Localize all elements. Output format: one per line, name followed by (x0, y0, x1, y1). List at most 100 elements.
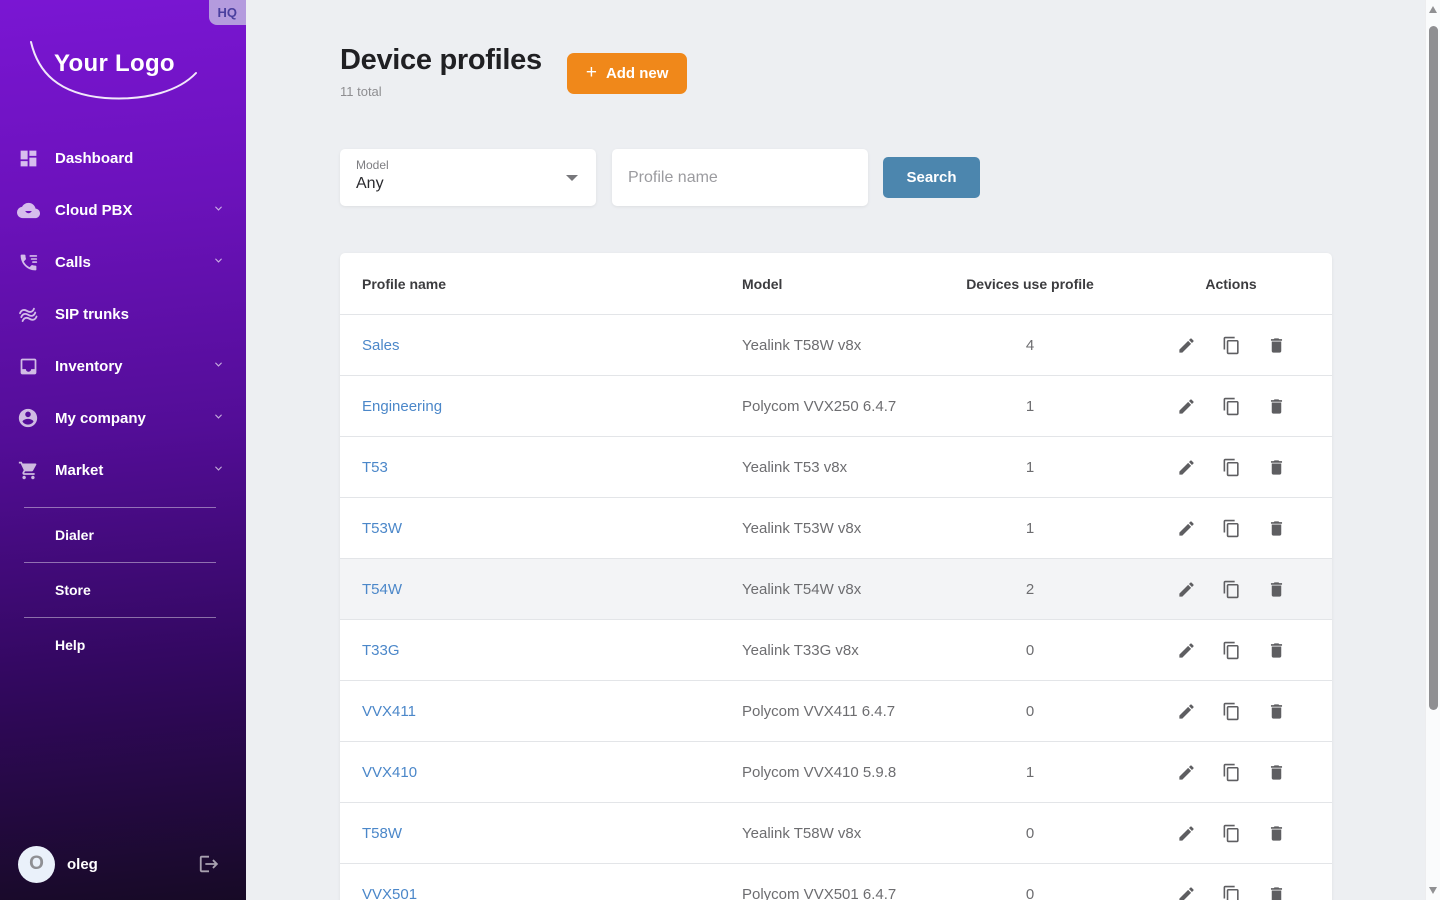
model-cell: Yealink T33G v8x (720, 642, 950, 659)
scrollbar-thumb[interactable] (1429, 26, 1438, 710)
delete-icon[interactable] (1267, 580, 1286, 599)
user-name: oleg (67, 856, 198, 873)
column-header-profile-name: Profile name (340, 276, 720, 292)
phone-icon (16, 250, 40, 274)
devices-count-cell: 0 (950, 642, 1110, 659)
copy-icon[interactable] (1222, 824, 1241, 843)
sidebar-item-my-company[interactable]: My company (0, 392, 246, 444)
logo: Your Logo (0, 0, 246, 130)
edit-icon[interactable] (1177, 580, 1196, 599)
copy-icon[interactable] (1222, 397, 1241, 416)
copy-icon[interactable] (1222, 580, 1241, 599)
delete-icon[interactable] (1267, 641, 1286, 660)
model-cell: Yealink T54W v8x (720, 581, 950, 598)
profile-name-input[interactable] (612, 149, 868, 206)
sidebar-item-market[interactable]: Market (0, 444, 246, 496)
sidebar-item-help[interactable]: Help (0, 618, 246, 672)
chevron-down-icon (213, 201, 224, 219)
profile-link[interactable]: T58W (362, 825, 402, 842)
model-cell: Yealink T58W v8x (720, 337, 950, 354)
copy-icon[interactable] (1222, 885, 1241, 900)
delete-icon[interactable] (1267, 763, 1286, 782)
sidebar-item-calls[interactable]: Calls (0, 236, 246, 288)
copy-icon[interactable] (1222, 458, 1241, 477)
devices-count-cell: 1 (950, 520, 1110, 537)
profile-link[interactable]: Sales (362, 337, 400, 354)
copy-icon[interactable] (1222, 702, 1241, 721)
table-row: T53W Yealink T53W v8x 1 (340, 497, 1332, 558)
model-cell: Polycom VVX501 6.4.7 (720, 886, 950, 900)
chevron-down-icon (213, 409, 224, 427)
sidebar-item-dashboard[interactable]: Dashboard (0, 132, 246, 184)
delete-icon[interactable] (1267, 885, 1286, 900)
profile-link[interactable]: VVX410 (362, 764, 417, 781)
copy-icon[interactable] (1222, 519, 1241, 538)
sidebar-item-label: Cloud PBX (55, 202, 213, 219)
model-cell: Yealink T58W v8x (720, 825, 950, 842)
scroll-down-arrow[interactable] (1429, 887, 1437, 894)
chevron-down-icon (213, 253, 224, 271)
delete-icon[interactable] (1267, 458, 1286, 477)
sidebar-item-inventory[interactable]: Inventory (0, 340, 246, 392)
devices-count-cell: 4 (950, 337, 1110, 354)
sidebar-item-store[interactable]: Store (0, 563, 246, 617)
sidebar-item-label: Market (55, 462, 213, 479)
dropdown-arrow-icon (566, 175, 578, 181)
profile-link[interactable]: T33G (362, 642, 400, 659)
delete-icon[interactable] (1267, 397, 1286, 416)
edit-icon[interactable] (1177, 702, 1196, 721)
cart-icon (16, 458, 40, 482)
user-row[interactable]: O oleg (0, 828, 246, 900)
delete-icon[interactable] (1267, 519, 1286, 538)
table-row: VVX501 Polycom VVX501 6.4.7 0 (340, 863, 1332, 900)
table-row: T33G Yealink T33G v8x 0 (340, 619, 1332, 680)
device-profiles-table: Profile name Model Devices use profile A… (340, 253, 1332, 900)
edit-icon[interactable] (1177, 763, 1196, 782)
profile-link[interactable]: T54W (362, 581, 402, 598)
delete-icon[interactable] (1267, 824, 1286, 843)
profile-link[interactable]: T53W (362, 520, 402, 537)
column-header-actions: Actions (1110, 276, 1332, 292)
plus-icon: + (586, 63, 597, 82)
column-header-devices: Devices use profile (950, 276, 1110, 292)
sidebar-item-label: Dashboard (55, 150, 230, 167)
scroll-up-arrow[interactable] (1429, 6, 1437, 13)
edit-icon[interactable] (1177, 336, 1196, 355)
logout-icon[interactable] (198, 853, 220, 875)
page-title: Device profiles (340, 44, 542, 77)
edit-icon[interactable] (1177, 885, 1196, 900)
copy-icon[interactable] (1222, 641, 1241, 660)
search-button[interactable]: Search (883, 157, 980, 198)
model-cell: Polycom VVX410 5.9.8 (720, 764, 950, 781)
column-header-model: Model (720, 276, 950, 292)
table-body: Sales Yealink T58W v8x 4 Engineering Pol… (340, 314, 1332, 900)
profile-link[interactable]: VVX501 (362, 886, 417, 900)
sidebar-item-label: SIP trunks (55, 306, 230, 323)
edit-icon[interactable] (1177, 641, 1196, 660)
profile-link[interactable]: VVX411 (362, 703, 416, 720)
model-cell: Polycom VVX250 6.4.7 (720, 398, 950, 415)
copy-icon[interactable] (1222, 763, 1241, 782)
delete-icon[interactable] (1267, 336, 1286, 355)
sidebar-item-sip-trunks[interactable]: SIP trunks (0, 288, 246, 340)
sidebar-item-label: Calls (55, 254, 213, 271)
sidebar-item-dialer[interactable]: Dialer (0, 508, 246, 562)
edit-icon[interactable] (1177, 458, 1196, 477)
avatar: O (18, 846, 55, 883)
sidebar-item-cloud-pbx[interactable]: Cloud PBX (0, 184, 246, 236)
table-row: Sales Yealink T58W v8x 4 (340, 314, 1332, 375)
copy-icon[interactable] (1222, 336, 1241, 355)
scrollbar[interactable] (1425, 0, 1440, 900)
devices-count-cell: 0 (950, 886, 1110, 900)
add-new-button[interactable]: + Add new (567, 53, 688, 94)
edit-icon[interactable] (1177, 519, 1196, 538)
delete-icon[interactable] (1267, 702, 1286, 721)
table-row: T58W Yealink T58W v8x 0 (340, 802, 1332, 863)
profile-link[interactable]: T53 (362, 459, 388, 476)
model-select[interactable]: Model Any (340, 149, 596, 206)
total-count: 11 total (340, 84, 542, 99)
profile-link[interactable]: Engineering (362, 398, 442, 415)
edit-icon[interactable] (1177, 397, 1196, 416)
inventory-icon (16, 354, 40, 378)
edit-icon[interactable] (1177, 824, 1196, 843)
